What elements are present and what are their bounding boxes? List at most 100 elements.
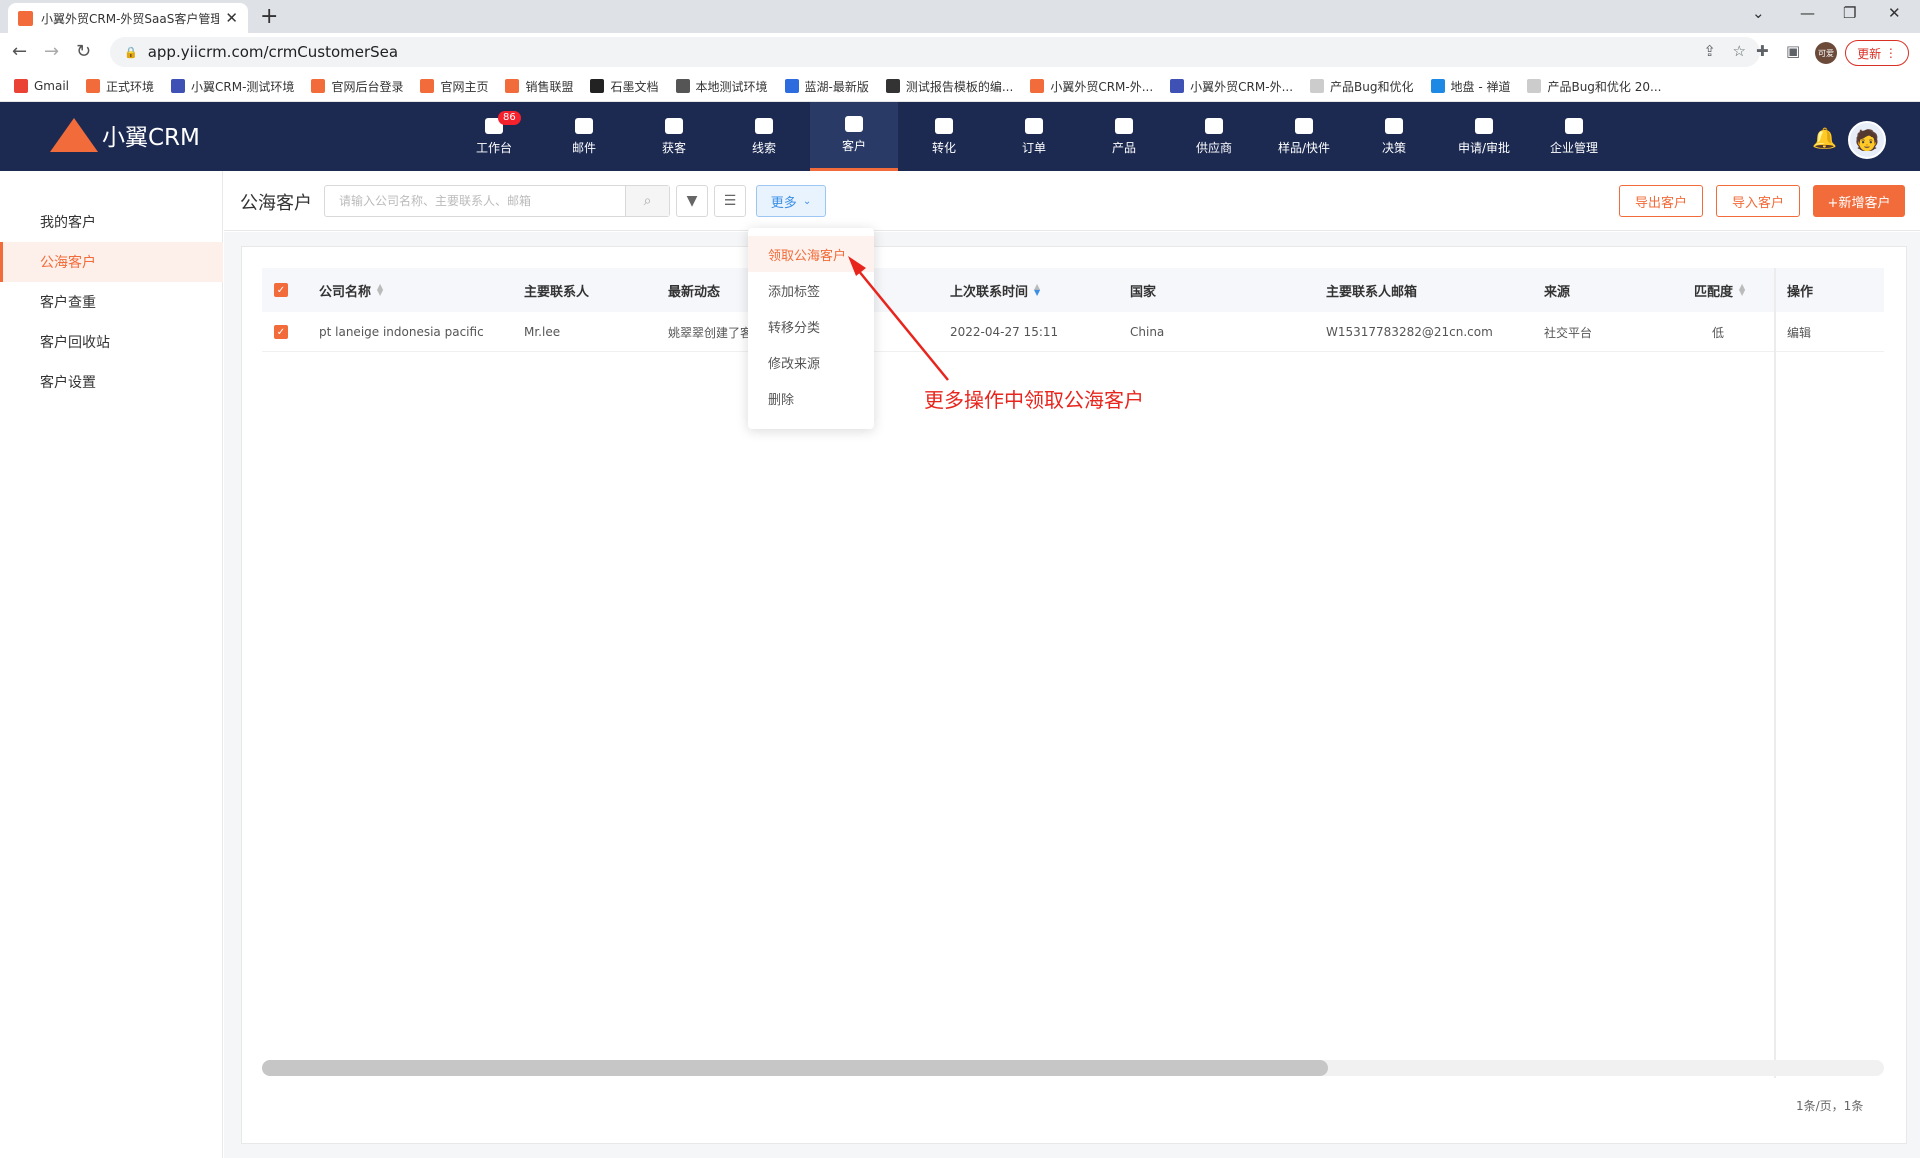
filter-icon[interactable]: ▼	[676, 185, 708, 217]
bookmark-item[interactable]: 地盘 - 禅道	[1430, 78, 1510, 95]
lock-icon: 🔒	[124, 45, 138, 59]
address-bar-row: ← → ↻ 🔒 app.yiicrm.com/crmCustomerSea ⇪ …	[0, 33, 1920, 71]
extensions-icon[interactable]: ✚	[1756, 42, 1769, 60]
col-contact: 主要联系人	[524, 268, 589, 312]
bookmark-item[interactable]: Gmail	[14, 79, 69, 93]
column-settings-icon[interactable]: ☰	[714, 185, 746, 217]
nav-item-6[interactable]: 订单	[990, 102, 1078, 171]
customer-sidebar: 我的客户 公海客户 客户查重 客户回收站 客户设置	[0, 171, 223, 1158]
bookmark-item[interactable]: 销售联盟	[505, 78, 573, 95]
col-company[interactable]: 公司名称 ▲ ▼	[319, 268, 383, 312]
bookmark-item[interactable]: 官网主页	[420, 78, 488, 95]
bookmark-favicon-icon	[86, 79, 101, 93]
minimize-icon[interactable]: —	[1800, 4, 1815, 22]
nav-item-10[interactable]: 决策	[1350, 102, 1438, 171]
col-match[interactable]: 匹配度 ▲ ▼	[1694, 268, 1745, 312]
import-customers-button[interactable]: 导入客户	[1716, 185, 1800, 217]
search-input[interactable]	[325, 186, 625, 216]
tab-close-icon[interactable]: ✕	[225, 9, 238, 27]
col-company-label: 公司名称	[319, 284, 372, 300]
new-tab-icon[interactable]: +	[260, 4, 278, 29]
nav-icon	[575, 117, 593, 134]
more-dropdown-button[interactable]: 更多 ⌄	[756, 185, 826, 217]
nav-item-9[interactable]: 样品/快件	[1260, 102, 1348, 171]
side-panel-icon[interactable]: ▣	[1786, 42, 1800, 60]
horizontal-scrollbar-thumb[interactable]	[262, 1060, 1328, 1076]
col-last-contact-label: 上次联系时间	[950, 284, 1029, 300]
bookmark-item[interactable]: 小翼CRM-测试环境	[171, 78, 294, 95]
menu-item-4[interactable]: 删除	[748, 380, 874, 416]
menu-item-3[interactable]: 修改来源	[748, 344, 874, 380]
nav-label: 申请/审批	[1457, 140, 1511, 155]
nav-icon	[935, 117, 953, 134]
nav-item-5[interactable]: 转化	[900, 102, 988, 171]
nav-item-12[interactable]: 企业管理	[1530, 102, 1618, 171]
menu-item-2[interactable]: 转移分类	[748, 308, 874, 344]
sidebar-item-4[interactable]: 客户设置	[0, 362, 223, 402]
table-row[interactable]: ✓ pt laneige indonesia pacific Mr.lee 姚翠…	[262, 312, 1884, 352]
back-icon[interactable]: ←	[12, 41, 27, 62]
reload-icon[interactable]: ↻	[76, 41, 91, 62]
notification-bell-icon[interactable]: 🔔	[1812, 126, 1837, 150]
browser-tab[interactable]: 小翼外贸CRM-外贸SaaS客户管理 ✕	[8, 3, 248, 33]
cell-company[interactable]: pt laneige indonesia pacific	[319, 312, 484, 352]
app-logo[interactable]: 小翼CRM	[50, 118, 200, 152]
sidebar-item-0[interactable]: 我的客户	[0, 202, 223, 242]
sidebar-item-2[interactable]: 客户查重	[0, 282, 223, 322]
bookmark-item[interactable]: 产品Bug和优化	[1310, 78, 1414, 95]
bookmark-item[interactable]: 官网后台登录	[311, 78, 403, 95]
user-avatar[interactable]: 🧑	[1848, 121, 1886, 159]
nav-item-7[interactable]: 产品	[1080, 102, 1168, 171]
nav-icon	[1565, 117, 1583, 134]
bookmark-star-icon[interactable]: ☆	[1733, 42, 1746, 60]
more-label: 更多	[770, 195, 797, 211]
sort-icon: ▲ ▼	[377, 282, 384, 297]
nav-item-0[interactable]: 工作台 86	[450, 102, 538, 171]
browser-update-button[interactable]: 更新 ⋮	[1845, 40, 1909, 66]
update-label: 更新	[1857, 46, 1882, 61]
forward-icon[interactable]: →	[44, 41, 59, 62]
nav-item-8[interactable]: 供应商	[1170, 102, 1258, 171]
col-last-contact[interactable]: 上次联系时间 ▲ ▼	[950, 268, 1040, 312]
nav-item-1[interactable]: 邮件	[540, 102, 628, 171]
sort-icon: ▲ ▼	[1034, 282, 1041, 297]
select-all-checkbox[interactable]: ✓	[274, 268, 288, 312]
menu-item-0[interactable]: 领取公海客户	[748, 236, 874, 272]
sidebar-item-1[interactable]: 公海客户	[0, 242, 223, 282]
nav-icon	[665, 117, 683, 134]
url-field[interactable]: 🔒 app.yiicrm.com/crmCustomerSea ⇪ ☆	[110, 37, 1760, 67]
edit-link[interactable]: 编辑	[1787, 312, 1811, 352]
col-activity-label: 最新动态	[668, 284, 721, 300]
bookmark-label: 官网后台登录	[331, 79, 404, 94]
nav-item-3[interactable]: 线索	[720, 102, 808, 171]
bookmark-item[interactable]: 石墨文档	[590, 78, 659, 95]
nav-item-2[interactable]: 获客	[630, 102, 718, 171]
row-checkbox[interactable]: ✓	[274, 312, 288, 352]
bookmark-item[interactable]: 本地测试环境	[675, 78, 768, 95]
bookmark-label: 小翼外贸CRM-外...	[1050, 79, 1154, 94]
sidebar-item-3[interactable]: 客户回收站	[0, 322, 223, 362]
add-customer-button[interactable]: +新增客户	[1813, 185, 1905, 217]
window-close-icon[interactable]: ✕	[1888, 4, 1901, 22]
nav-item-11[interactable]: 申请/审批	[1440, 102, 1528, 171]
bookmark-favicon-icon	[505, 79, 520, 93]
tab-search-icon[interactable]: ⌄	[1752, 4, 1765, 22]
nav-item-4[interactable]: 客户	[810, 102, 898, 171]
menu-item-1[interactable]: 添加标签	[748, 272, 874, 308]
bookmark-item[interactable]: 正式环境	[86, 78, 154, 95]
bookmark-item[interactable]: 小翼外贸CRM-外...	[1030, 78, 1153, 95]
bookmark-favicon-icon	[675, 79, 690, 93]
annotation-text: 更多操作中领取公海客户	[924, 388, 1144, 412]
bookmark-item[interactable]: 测试报告模板的编...	[885, 78, 1013, 95]
cell-contact: Mr.lee	[524, 325, 561, 339]
bookmark-item[interactable]: 小翼外贸CRM-外...	[1170, 78, 1293, 95]
search-icon[interactable]: ⌕	[625, 186, 669, 216]
bookmark-item[interactable]: 产品Bug和优化 20...	[1527, 78, 1661, 95]
restore-icon[interactable]: ❐	[1843, 4, 1856, 22]
bookmark-item[interactable]: 蓝湖-最新版	[784, 78, 869, 95]
bookmark-favicon-icon	[1430, 79, 1445, 93]
profile-avatar[interactable]: 可爱	[1815, 42, 1837, 64]
bookmark-label: 本地测试环境	[695, 79, 768, 94]
export-customers-button[interactable]: 导出客户	[1619, 185, 1703, 217]
share-icon[interactable]: ⇪	[1703, 42, 1716, 60]
